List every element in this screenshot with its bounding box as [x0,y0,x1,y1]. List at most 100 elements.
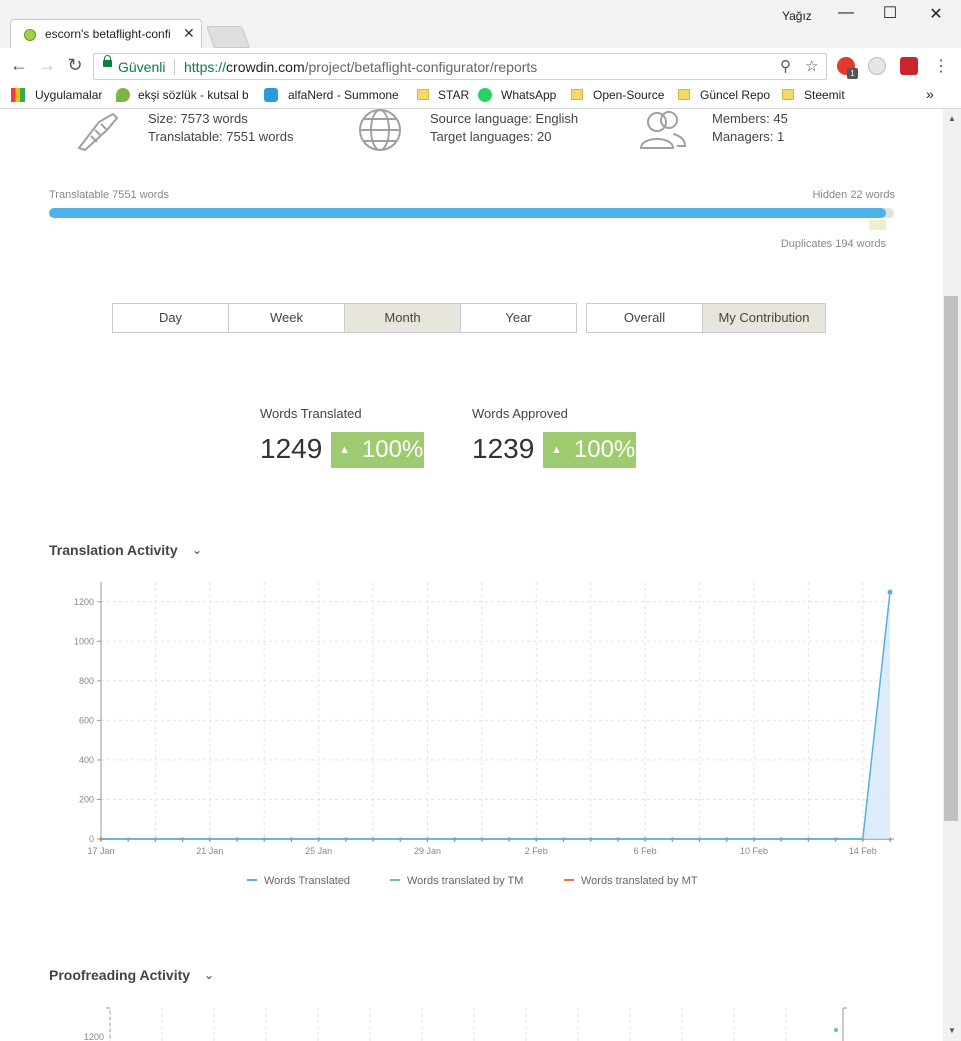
members-icon [639,111,687,149]
legend-label: Words Translated [264,875,350,887]
words-approved-change-badge: ▲ 100% [543,432,636,468]
series-words-translated [101,592,891,840]
extension-icon[interactable] [900,57,918,75]
back-arrow-icon[interactable]: ← [9,55,29,76]
browser-tab[interactable]: escorn's betaflight-configurator ✕ [10,19,202,49]
bookmark-apps[interactable]: Uygulamalar [35,88,102,102]
zoom-icon[interactable]: ⚲ [780,57,791,75]
x-tick-label: 21 Jan [196,846,223,856]
words-approved-value: 1239 [472,433,535,464]
tab-day[interactable]: Day [112,303,229,333]
up-triangle-icon: ▲ [551,444,562,456]
translation-progress-fill [49,208,886,218]
scroll-up-icon[interactable]: ▲ [943,114,961,123]
scroll-down-icon[interactable]: ▼ [943,1026,961,1035]
tab-overall[interactable]: Overall [586,303,703,333]
stat-size: Size: 7573 words [148,111,248,126]
bookmark-open-source[interactable]: Open-Source [593,88,664,102]
minimize-icon[interactable]: — [836,4,856,22]
x-tick-label: 10 Feb [740,846,768,856]
words-translated-value: 1249 [260,433,323,464]
stat-source-language: Source language: English [430,111,579,126]
scrollbar-thumb[interactable] [944,296,958,821]
stat-translatable: Translatable: 7551 words [148,129,294,144]
lock-icon [103,55,112,67]
close-window-icon[interactable]: ✕ [926,4,946,24]
secure-label: Güvenli [118,59,166,75]
translation-activity-title[interactable]: Translation Activity [49,542,178,558]
legend-label: Words translated by TM [407,875,523,887]
stat-target-languages: Target languages: 20 [430,129,552,144]
tab-month[interactable]: Month [344,303,461,333]
tab-my-contribution[interactable]: My Contribution [702,303,826,333]
bookmark-steemit[interactable]: Steemit [804,88,845,102]
divider [174,59,175,75]
extension-badge: 1 [847,68,858,79]
wordpress-extension-icon[interactable] [868,57,886,75]
words-translated-change-badge: ▲ 100% [331,432,424,468]
translation-activity-chart: 0 200 400 600 800 1000 1200 17 Jan 21 Jan 25 Jan 2… [74,582,894,887]
tab-year[interactable]: Year [460,303,577,333]
apps-grid-icon [11,88,25,102]
translatable-label: Translatable 7551 words [49,189,170,201]
alfanerd-icon [264,88,278,102]
y-tick-label: 400 [79,755,94,765]
new-tab-button[interactable] [205,26,251,48]
bookmark-star[interactable]: STAR [438,88,469,102]
bookmark-eksi[interactable]: ekşi sözlük - kutsal b [138,88,248,102]
x-tick-label: 17 Jan [87,846,114,856]
folder-icon [571,89,583,100]
legend-label: Words translated by MT [581,875,698,887]
maximize-icon[interactable]: ☐ [880,3,900,23]
y-tick-label: 1200 [74,597,94,607]
close-tab-icon[interactable]: ✕ [183,25,195,42]
tab-title: escorn's betaflight-configurator [45,27,171,41]
tab-week[interactable]: Week [228,303,345,333]
bookmark-alfanerd[interactable]: alfaNerd - Summone [288,88,398,102]
words-translated-label: Words Translated [260,406,362,421]
eksi-icon [116,88,130,102]
up-triangle-icon: ▲ [339,444,350,456]
address-bar[interactable]: Güvenli https://crowdin.com/project/beta… [93,53,827,80]
y-tick-label: 800 [79,676,94,686]
proofreading-activity-chart: 1200 [84,1007,847,1041]
translation-progress-bar [49,208,894,218]
duplicates-marker [869,220,886,230]
x-tick-label: 25 Jan [305,846,332,856]
profile-name[interactable]: Yağız [782,9,812,23]
duplicates-label: Duplicates 194 words [780,238,886,250]
size-ruler-icon [77,112,119,152]
folder-icon [678,89,690,100]
data-point [834,1028,838,1032]
stat-managers: Managers: 1 [712,129,785,144]
y-tick-label: 1000 [74,636,94,646]
forward-arrow-icon[interactable]: → [37,55,57,76]
bookmarks-overflow-icon[interactable]: » [926,86,934,102]
menu-dots-icon[interactable]: ⋮ [931,56,951,76]
words-approved-label: Words Approved [472,406,568,421]
bookmark-guncel-repo[interactable]: Güncel Repo [700,88,770,102]
y-tick-label: 600 [79,715,94,725]
url-text[interactable]: https://crowdin.com/project/betaflight-c… [184,59,537,75]
folder-icon [417,89,429,100]
x-tick-label: 2 Feb [525,846,548,856]
chevron-down-icon[interactable]: ⌄ [192,543,202,557]
reload-icon[interactable]: ↻ [65,55,85,76]
crowdin-favicon-icon [24,29,36,41]
globe-icon [359,109,401,151]
folder-icon [782,89,794,100]
stat-members: Members: 45 [712,111,788,126]
x-tick-label: 14 Feb [849,846,877,856]
bookmark-whatsapp[interactable]: WhatsApp [501,88,556,102]
data-point [887,589,893,595]
y-tick-label: 1200 [84,1032,104,1041]
bookmark-star-icon[interactable]: ☆ [805,57,818,75]
series-area-words-translated [101,592,890,839]
hidden-label: Hidden 22 words [812,189,895,201]
x-tick-label: 29 Jan [414,846,441,856]
y-tick-label: 200 [79,794,94,804]
whatsapp-icon [478,88,492,102]
chevron-down-icon[interactable]: ⌄ [204,968,214,982]
proofreading-activity-title[interactable]: Proofreading Activity [49,967,190,983]
y-tick-label: 0 [89,834,94,844]
